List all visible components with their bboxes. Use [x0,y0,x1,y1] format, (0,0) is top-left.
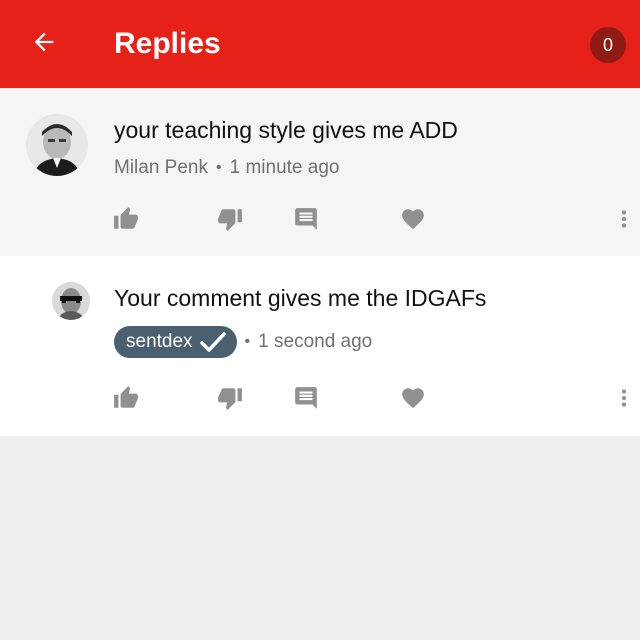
verified-check-icon [199,331,227,353]
comment-icon [293,385,319,411]
comment-time: 1 minute ago [229,157,340,178]
avatar[interactable] [52,282,90,320]
more-options-button[interactable] [606,201,640,237]
comment-actions [0,380,640,416]
heart-button[interactable] [395,380,431,416]
author-name: sentdex [126,331,193,352]
more-vert-icon [611,206,637,232]
thumb-down-icon [217,206,243,232]
page-title: Replies [114,27,221,60]
heart-icon [400,206,426,232]
comment-actions [0,201,640,237]
notification-badge[interactable]: 0 [590,27,626,63]
meta-separator: • [216,159,222,176]
comment-item: your teaching style gives me ADD Milan P… [0,88,640,256]
heart-button[interactable] [395,201,431,237]
more-vert-icon [611,385,637,411]
comment-text: your teaching style gives me ADD [114,117,458,143]
comment-time: 1 second ago [258,331,373,352]
comment-icon [293,206,319,232]
back-button[interactable] [24,24,64,64]
reply-button[interactable] [288,201,324,237]
app-bar: Replies 0 [0,0,640,88]
like-button[interactable] [108,201,144,237]
avatar[interactable] [26,114,88,176]
author-name[interactable]: Milan Penk [114,156,208,180]
author-badge[interactable]: sentdex [114,326,237,358]
like-button[interactable] [108,380,144,416]
comment-meta: sentdex • 1 second ago [114,326,372,358]
comment-meta: Milan Penk • 1 minute ago [114,156,339,180]
dislike-button[interactable] [212,201,248,237]
reply-button[interactable] [288,380,324,416]
more-options-button[interactable] [606,380,640,416]
arrow-back-icon [30,28,58,61]
dislike-button[interactable] [212,380,248,416]
meta-separator: • [244,333,251,350]
comment-text: Your comment gives me the IDGAFs [114,285,487,311]
thumb-down-icon [217,385,243,411]
heart-icon [400,385,426,411]
thumb-up-icon [113,385,139,411]
comment-item: Your comment gives me the IDGAFs sentdex… [0,256,640,436]
thumb-up-icon [113,206,139,232]
